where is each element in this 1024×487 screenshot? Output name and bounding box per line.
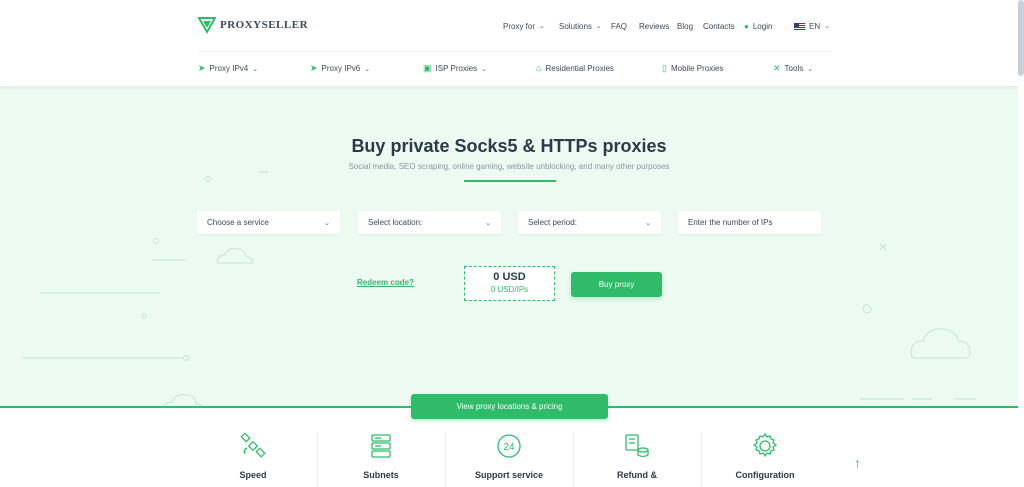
chevron-down-icon: ⌄: [807, 65, 814, 73]
cube-icon: ▣: [423, 63, 432, 73]
ip-count-input[interactable]: Enter the number of IPs: [678, 211, 821, 234]
subnav-residential-label: Residential Proxies: [545, 63, 614, 73]
chevron-down-icon: ⌄: [481, 65, 488, 73]
ip-count-placeholder: Enter the number of IPs: [688, 218, 773, 227]
service-select-value: Choose a service: [207, 218, 269, 227]
decorative-background: [22, 171, 976, 407]
subnav-residential-proxies[interactable]: ⌂ Residential Proxies: [536, 63, 614, 73]
view-locations-button[interactable]: View proxy locations & pricing: [411, 394, 608, 419]
nav-blog-label: Blog: [677, 21, 694, 31]
buy-proxy-button[interactable]: Buy proxy: [571, 272, 662, 297]
subnav-proxy-ipv6[interactable]: ➤ Proxy IPv6 ⌄: [310, 63, 370, 74]
subnav-tools[interactable]: ✕ Tools ⌄: [773, 63, 813, 74]
gear-icon: [752, 432, 778, 458]
feature-configuration-label: Configuration: [735, 470, 795, 480]
chevron-down-icon: ⌄: [252, 65, 259, 73]
nav-reviews[interactable]: Reviews: [639, 22, 669, 31]
feature-subnets: Subnets: [317, 430, 445, 487]
nav-contacts[interactable]: Contacts: [703, 22, 735, 31]
chevron-down-icon: ⌄: [645, 219, 651, 227]
nav-blog[interactable]: Blog: [677, 22, 693, 31]
subnav-isp-proxies[interactable]: ▣ ISP Proxies ⌄: [423, 63, 487, 74]
subnav-proxy-ipv4[interactable]: ➤ Proxy IPv4 ⌄: [198, 63, 258, 74]
feature-speed: Speed: [189, 430, 317, 487]
subnav-tools-label: Tools: [784, 64, 804, 73]
svg-text:24: 24: [503, 442, 515, 453]
logo-mark-icon: [198, 17, 216, 34]
feature-configuration: Configuration: [701, 430, 829, 487]
language-selector[interactable]: EN ⌄: [794, 22, 830, 31]
price-box: 0 USD 0 USD/IPs: [464, 266, 555, 301]
phone-icon: ▯: [662, 63, 667, 73]
feature-subnets-label: Subnets: [363, 470, 399, 480]
language-label: EN: [809, 21, 821, 31]
redeem-code-link[interactable]: Redeem code?: [357, 278, 414, 287]
feature-support: 24 Support service: [445, 430, 573, 487]
location-select-value: Select location:: [368, 218, 423, 227]
nav-solutions[interactable]: Solutions ⌄: [559, 22, 602, 31]
support-24-icon: 24: [497, 434, 521, 458]
user-icon: ●: [744, 21, 749, 31]
tools-icon: ✕: [773, 63, 781, 73]
subnav-proxy-ipv6-label: Proxy IPv6: [321, 64, 361, 73]
nav-proxy-for[interactable]: Proxy for ⌄: [503, 22, 545, 31]
title-underline: [464, 180, 556, 182]
nav-proxy-for-label: Proxy for: [503, 21, 536, 31]
subnav-proxy-ipv4-label: Proxy IPv4: [209, 64, 249, 73]
nav-faq[interactable]: FAQ: [611, 22, 627, 31]
us-flag-icon: [794, 22, 805, 30]
rocket-icon: ➤: [310, 63, 318, 73]
period-select[interactable]: Select period: ⌄: [518, 211, 661, 234]
location-select[interactable]: Select location: ⌄: [358, 211, 501, 234]
refund-icon: [625, 434, 649, 458]
feature-refund: Refund &: [573, 430, 701, 487]
chevron-down-icon: ⌄: [595, 23, 602, 30]
header-divider: [198, 51, 832, 52]
nav-faq-label: FAQ: [611, 21, 628, 31]
chevron-down-icon: ⌄: [485, 219, 491, 227]
logo-text: PROXYSELLER: [220, 19, 309, 31]
page-subtitle: Social media, SEO scraping, online gamin…: [348, 162, 670, 171]
chevron-down-icon: ⌄: [824, 23, 830, 30]
server-icon: [371, 434, 391, 458]
page-scrollbar[interactable]: [1018, 0, 1024, 76]
feature-speed-label: Speed: [239, 470, 267, 480]
rocket-icon: ➤: [198, 63, 206, 73]
scroll-to-top-icon[interactable]: ↑: [854, 455, 861, 471]
subnav-isp-proxies-label: ISP Proxies: [435, 64, 478, 73]
home-icon: ⌂: [536, 63, 542, 73]
period-select-value: Select period:: [528, 218, 577, 227]
logo[interactable]: PROXYSELLER: [198, 16, 308, 34]
price-total: 0 USD: [493, 271, 526, 283]
nav-reviews-label: Reviews: [639, 21, 670, 31]
login-link[interactable]: ● Login: [744, 22, 772, 31]
service-select[interactable]: Choose a service ⌄: [197, 211, 340, 234]
nav-contacts-label: Contacts: [703, 21, 735, 31]
chevron-down-icon: ⌄: [539, 23, 545, 30]
login-label: Login: [752, 21, 773, 31]
site-header: PROXYSELLER Proxy for ⌄ Solutions ⌄ FAQ …: [0, 0, 1018, 86]
subnav-mobile-label: Mobile Proxies: [670, 64, 724, 73]
chevron-down-icon: ⌄: [324, 219, 330, 227]
feature-support-label: Support service: [474, 470, 544, 480]
satellite-icon: [240, 432, 266, 458]
nav-solutions-label: Solutions: [559, 21, 592, 31]
feature-refund-label: Refund &: [617, 470, 657, 480]
page-title: Buy private Socks5 & HTTPs proxies: [351, 136, 667, 156]
chevron-down-icon: ⌄: [364, 65, 371, 73]
subnav-mobile-proxies[interactable]: ▯ Mobile Proxies: [662, 63, 723, 74]
price-per-ip: 0 USD/IPs: [490, 285, 529, 294]
